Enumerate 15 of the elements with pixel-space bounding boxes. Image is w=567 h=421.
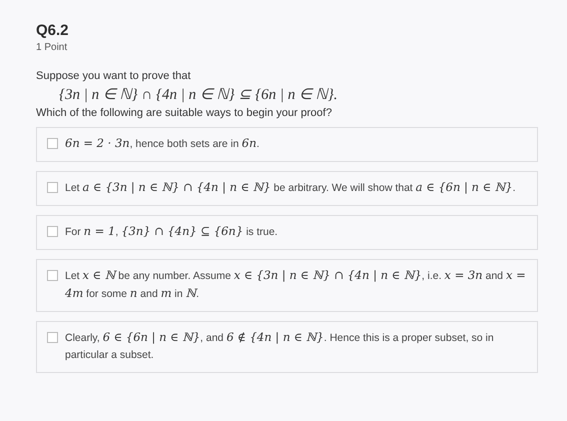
option-text: Let a ∈ {3n | n ∈ ℕ} ∩ {4n | n ∈ ℕ} be arbitrary. We will show that a ∈ {6n | n ∈ ℕ}. bbox=[65, 179, 516, 196]
question-instruction: Which of the following are suitable ways to begin your proof? bbox=[36, 107, 333, 119]
option-text: 6n = 2 · 3n, hence both sets are in 6n. bbox=[65, 135, 260, 152]
option-text: Clearly, 6 ∈ {6n | n ∈ ℕ}, and 6 ∉ {4n | n ∈ ℕ}. Hence this is a proper subset, so in particular a subset. bbox=[65, 329, 495, 363]
checkbox[interactable] bbox=[47, 270, 58, 281]
option-text: Let x ∈ ℕ be any number. Assume x ∈ {3n | n ∈ ℕ} ∩ {4n | n ∈ ℕ}, i.e. x = 3n and x = 4m for some n and m in ℕ. bbox=[65, 267, 527, 302]
math-formula: {3n | n ∈ ℕ} ∩ {4n | n ∈ ℕ} ⊆ {6n | n ∈ ℕ}. bbox=[59, 86, 338, 104]
checkbox[interactable] bbox=[47, 182, 58, 193]
points-label: 1 Point bbox=[36, 42, 68, 53]
option-text: For n = 1, {3n} ∩ {4n} ⊆ {6n} is true. bbox=[65, 223, 278, 240]
checkbox[interactable] bbox=[47, 138, 58, 149]
checkbox[interactable] bbox=[47, 226, 58, 237]
checkbox[interactable] bbox=[47, 332, 58, 343]
question-title: Q6.2 bbox=[36, 22, 70, 39]
question-prompt: Suppose you want to prove that bbox=[36, 70, 192, 82]
